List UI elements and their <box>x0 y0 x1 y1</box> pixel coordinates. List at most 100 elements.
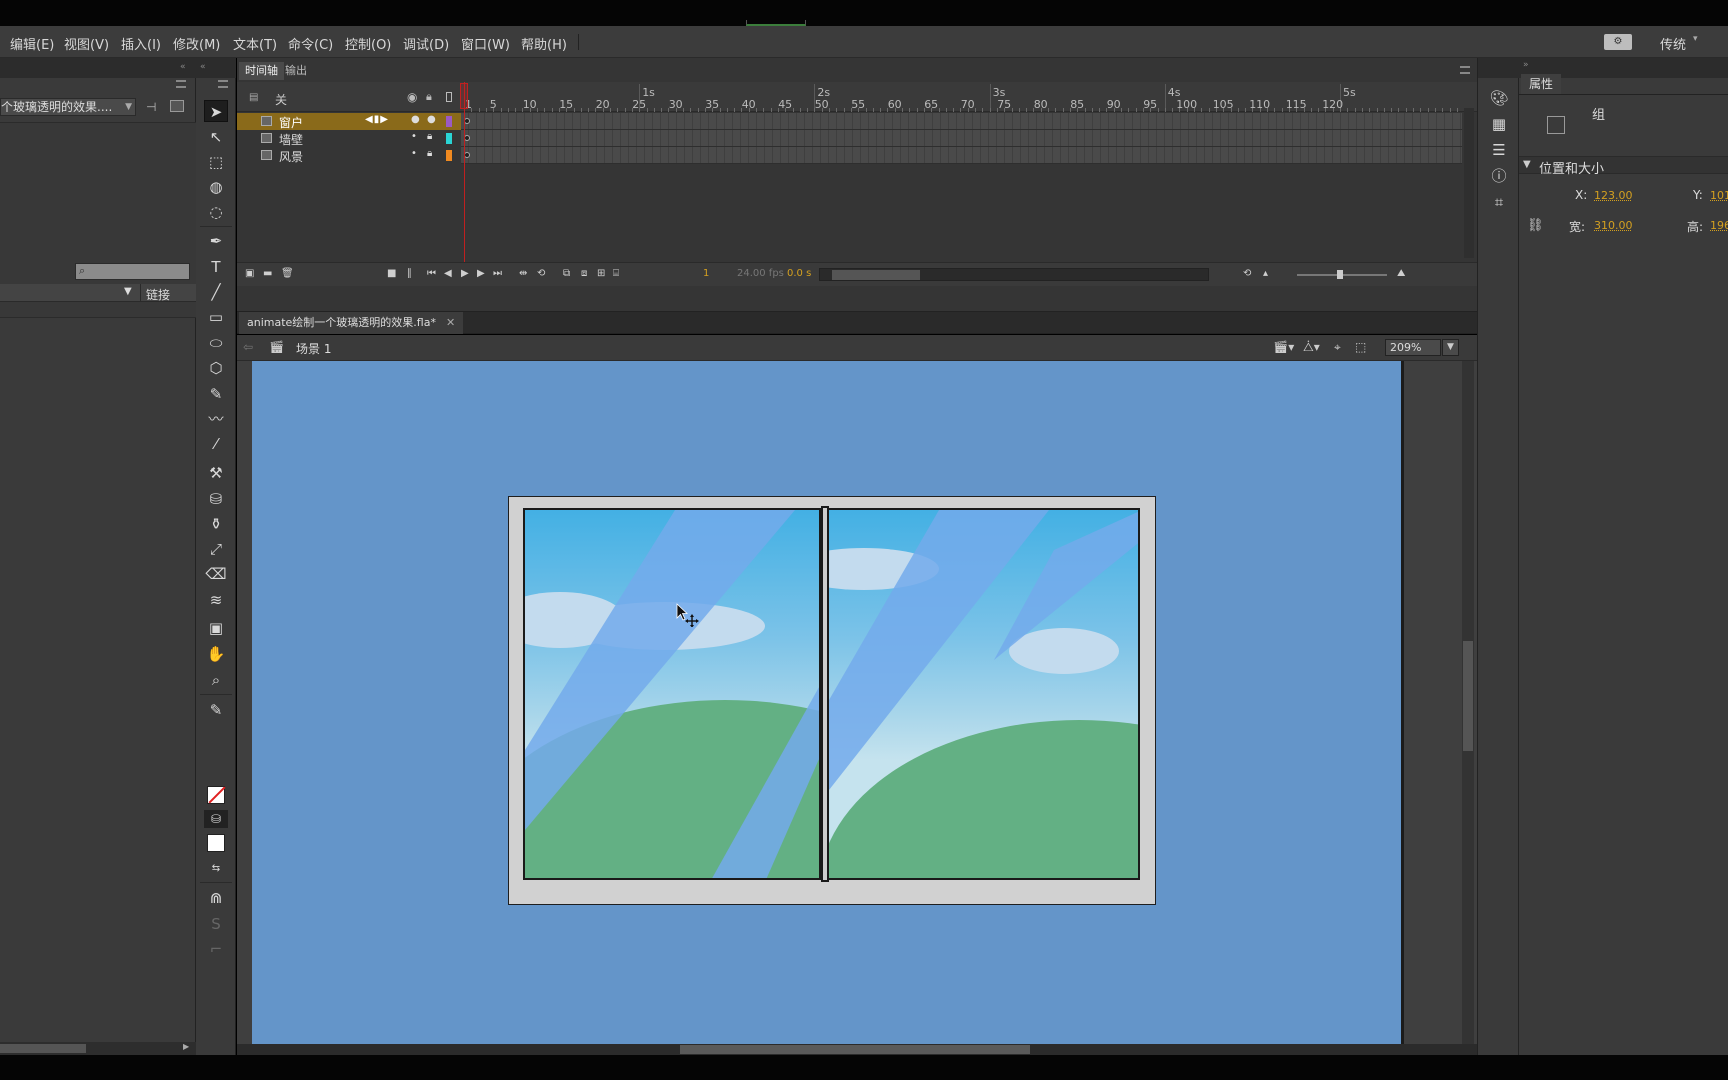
stroke-color-swatch[interactable] <box>207 786 225 804</box>
chevron-down-icon[interactable]: ▾ <box>1693 34 1698 44</box>
elapsed-time[interactable]: 0.0 s <box>787 268 811 279</box>
menu-insert[interactable]: 插入(I) <box>121 34 161 53</box>
scroll-thumb[interactable] <box>832 270 920 280</box>
slider-knob[interactable] <box>1337 270 1343 279</box>
link-icon[interactable]: ⛓ <box>1527 218 1544 233</box>
frame-strip[interactable] <box>461 147 1462 164</box>
go-to-last-frame-icon[interactable]: ⏭ <box>493 268 502 279</box>
pencil-tool-icon[interactable]: ✎ <box>204 383 228 405</box>
frame-rate[interactable]: 24.00 fps <box>737 268 784 279</box>
tab-timeline[interactable]: 时间轴 <box>239 62 284 80</box>
new-library-panel-icon[interactable] <box>170 100 184 112</box>
visibility-dot[interactable]: • <box>411 148 417 159</box>
modify-onion-markers-icon[interactable]: ⌸ <box>613 268 619 279</box>
paint-bucket-tool-icon[interactable]: ⛁ <box>204 488 228 510</box>
timeline-horizontal-scrollbar[interactable] <box>819 268 1209 281</box>
straighten-icon[interactable]: ⌐ <box>204 938 228 960</box>
document-tab[interactable]: animate绘制一个玻璃透明的效果.fla* ✕ <box>239 312 463 334</box>
transform-panel-icon[interactable]: ⌗ <box>1489 192 1509 212</box>
keyframe-nav-icon[interactable]: ◀▮▶ <box>365 114 389 125</box>
new-folder-icon[interactable]: ▬ <box>263 268 272 279</box>
lock-icon[interactable]: 🔒︎ <box>427 148 432 159</box>
width-value[interactable]: 310.00 <box>1594 219 1633 232</box>
zoom-level-input[interactable]: 209% <box>1385 339 1441 356</box>
loop-icon[interactable]: ⟲ <box>537 268 545 279</box>
refresh-icon[interactable]: ⟲ <box>1243 268 1251 279</box>
layer-row[interactable]: 窗户 ◀▮▶ ● ● <box>237 113 1462 130</box>
center-frame-icon[interactable]: ⇹ <box>519 268 527 279</box>
snap-to-objects-icon[interactable]: ⋒ <box>204 887 228 909</box>
info-panel-icon[interactable]: ⓘ <box>1489 166 1509 186</box>
3d-rotation-tool-icon[interactable]: ◍ <box>204 176 228 198</box>
layer-color-swatch[interactable] <box>446 116 452 127</box>
scroll-thumb[interactable] <box>1463 641 1473 751</box>
chevron-down-icon[interactable]: ▼ <box>1523 159 1531 170</box>
smooth-icon[interactable]: S <box>204 913 228 935</box>
go-to-first-frame-icon[interactable]: ⏮ <box>427 268 436 279</box>
menu-edit[interactable]: 编辑(E) <box>10 34 54 53</box>
frame-ruler[interactable]: 1s 2s 3s 4s 5s 1 5 10 15 20 25 30 35 40 45 50 55 60 65 70 75… <box>461 82 1477 112</box>
layer-row[interactable]: 风景 • 🔒︎ <box>237 147 1462 164</box>
glass-pane-right[interactable] <box>827 508 1140 880</box>
lock-icon[interactable]: 🔒︎ <box>426 90 432 104</box>
swap-colors-icon[interactable]: ⇆ <box>204 858 228 880</box>
menu-debug[interactable]: 调试(D) <box>403 34 449 53</box>
pen-tool-icon[interactable]: ✒ <box>204 230 228 252</box>
sort-chevron-icon[interactable]: ▼ <box>124 286 132 297</box>
zoom-in-timeline-icon[interactable]: ⛰ <box>1397 268 1405 279</box>
frame-strip[interactable] <box>461 130 1462 147</box>
layer-row[interactable]: 墙壁 • 🔒︎ <box>237 130 1462 147</box>
onion-skin-icon[interactable]: ⧉ <box>563 268 570 279</box>
position-size-section[interactable]: ▼ 位置和大小 <box>1519 156 1728 174</box>
chevron-down-icon[interactable]: ▼ <box>1442 339 1459 356</box>
eye-icon[interactable]: ◉ <box>407 90 417 104</box>
menu-commands[interactable]: 命令(C) <box>288 34 333 53</box>
menu-text[interactable]: 文本(T) <box>233 34 277 53</box>
align-panel-icon[interactable]: ☰ <box>1489 140 1509 160</box>
edit-symbols-icon[interactable]: ⧊▾ <box>1303 340 1320 355</box>
window-artwork[interactable] <box>508 496 1156 905</box>
lasso-tool-icon[interactable]: ◌ <box>204 201 228 223</box>
bone-tool-icon[interactable]: ⚒ <box>204 462 228 484</box>
layer-name-area[interactable]: 风景 • 🔒︎ <box>237 147 461 164</box>
menu-modify[interactable]: 修改(M) <box>173 34 220 53</box>
panel-menu-icon[interactable] <box>176 80 186 88</box>
outline-toggle-icon[interactable] <box>446 92 452 102</box>
scroll-thumb[interactable] <box>680 1045 1030 1054</box>
eyedropper-tool-icon[interactable]: ⤢ <box>204 538 228 560</box>
eraser-tool-icon[interactable]: ⌫ <box>204 563 228 585</box>
panel-menu-icon[interactable] <box>218 80 228 88</box>
close-icon[interactable]: ✕ <box>446 316 455 329</box>
camera-tool-icon[interactable]: ▣ <box>204 617 228 639</box>
frame-strip[interactable] <box>461 113 1462 130</box>
visibility-dot[interactable]: ● <box>411 114 420 125</box>
layer-depth-icon[interactable]: ∥ <box>407 268 412 279</box>
step-forward-icon[interactable]: ▶ <box>477 268 485 279</box>
color-panel-icon[interactable]: 🎨︎ <box>1489 88 1509 108</box>
menu-view[interactable]: 视图(V) <box>64 34 109 53</box>
layer-name-area[interactable]: 窗户 ◀▮▶ ● ● <box>237 113 461 130</box>
layer-name-area[interactable]: 墙壁 • 🔒︎ <box>237 130 461 147</box>
library-scrollbar[interactable]: ▶ <box>0 1042 196 1055</box>
menu-window[interactable]: 窗口(W) <box>461 34 510 53</box>
height-value[interactable]: 196 <box>1710 219 1728 232</box>
visibility-dot[interactable]: • <box>411 131 417 142</box>
collapse-icon[interactable]: « <box>180 62 186 72</box>
timeline-zoom-slider[interactable] <box>1297 274 1387 276</box>
stage-vertical-scrollbar[interactable] <box>1462 361 1474 1044</box>
column-linkage[interactable]: 链接 <box>146 286 170 303</box>
y-value[interactable]: 101 <box>1710 189 1728 202</box>
center-stage-icon[interactable]: ⌖ <box>1334 340 1341 355</box>
zoom-out-timeline-icon[interactable]: ▴ <box>1263 268 1268 279</box>
edit-multiple-frames-icon[interactable]: ⊞ <box>597 268 605 279</box>
x-value[interactable]: 123.00 <box>1594 189 1633 202</box>
sync-settings-button[interactable]: ⚙ <box>1604 34 1632 50</box>
oval-tool-icon[interactable]: ⬭ <box>204 332 228 354</box>
step-back-icon[interactable]: ◀ <box>444 268 452 279</box>
hand-tool-icon[interactable]: ✋ <box>204 643 228 665</box>
selection-tool-icon[interactable]: ➤ <box>204 100 228 122</box>
library-document-select[interactable]: 个玻璃透明的效果.... ▼ <box>0 98 136 116</box>
camera-icon[interactable]: ■ <box>387 268 396 279</box>
line-tool-icon[interactable]: ╱ <box>204 281 228 303</box>
zoom-tool-icon[interactable]: ⌕ <box>204 669 228 691</box>
